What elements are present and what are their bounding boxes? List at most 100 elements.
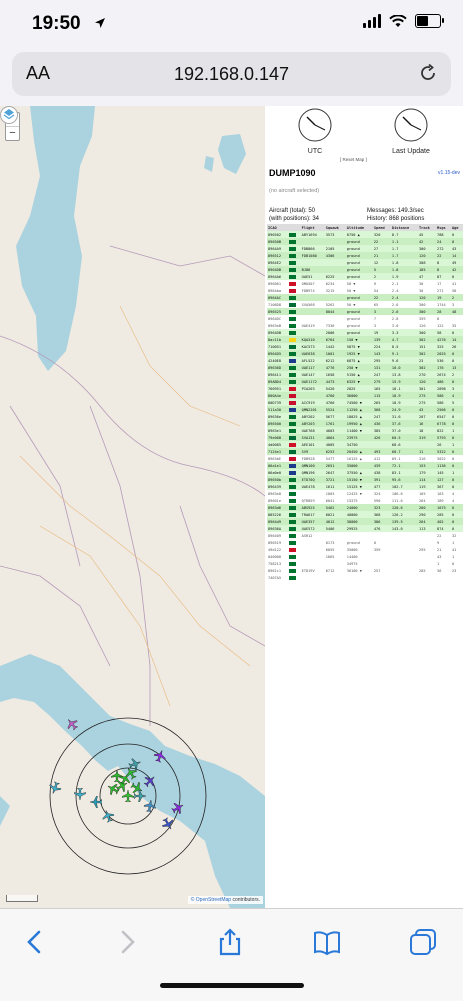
table-row[interactable]: 4240E8 AFL522 6212 6875 ▲ 295 9.6 23 536 0 bbox=[267, 357, 463, 364]
table-row[interactable]: 8964E2 ground 12 1.8 308 8 49 bbox=[267, 259, 463, 266]
table-row[interactable]: 760951 PIA203 5420 2825 165 18.1 301 2898 3 bbox=[267, 385, 463, 392]
table-row[interactable]: 8964A9 FDB866 2105 ground 27 1.7 300 272 43 bbox=[267, 245, 463, 252]
cell-age bbox=[450, 315, 463, 322]
table-row[interactable]: 89ABD4 UAE1172 4473 6325 ▼ 279 15.9 120 486 0 bbox=[267, 378, 463, 385]
table-row[interactable]: 896409 ASR12 22 32 bbox=[267, 532, 463, 539]
table-row[interactable]: 89650B ground 22 1.1 42 24 0 bbox=[267, 238, 463, 245]
table-row[interactable]: 4d0085 AEE101 4005 34750 68.6 26 1 bbox=[267, 441, 463, 448]
table-row[interactable]: 885226 TRA617 6021 40000 368 126.2 290 285 0 bbox=[267, 511, 463, 518]
address-bar[interactable]: AA 192.168.0.147 bbox=[12, 52, 451, 96]
table-row[interactable]: 06a0e0 QMN196 2647 37550 ▲ 438 83.1 179 145 1 bbox=[267, 469, 463, 476]
cell-age: 0 bbox=[450, 231, 463, 238]
layers-icon[interactable] bbox=[0, 106, 18, 124]
table-row[interactable]: 7106D8 SVA568 5262 50 ▼ 65 2.6 300 1744 3 bbox=[267, 301, 463, 308]
cell-icao: 89601e bbox=[267, 497, 289, 504]
table-row[interactable]: 710051 KAC573 1442 5875 ▼ 224 8.5 151 325 26 bbox=[267, 343, 463, 350]
cell-age: 1 bbox=[450, 469, 463, 476]
tabs-icon[interactable] bbox=[408, 927, 438, 957]
table-row[interactable]: 896500 ABY203 1761 19950 ▲ 436 37.6 16 6778 0 bbox=[267, 420, 463, 427]
table-row[interactable]: 7407A5 bbox=[267, 574, 463, 581]
table-row[interactable]: 89601e QTR859 6041 15375 590 111.6 264 189 4 bbox=[267, 497, 463, 504]
table-header-cell[interactable]: Distance bbox=[390, 224, 419, 231]
table-header-cell[interactable]: Altitude bbox=[345, 224, 373, 231]
table-header-cell[interactable]: Msgs bbox=[436, 224, 451, 231]
table-header-cell[interactable]: Squawk bbox=[324, 224, 346, 231]
table-row[interactable]: 80D739 AIC919 4760 74500 ▼ 265 18.9 275 586 5 bbox=[267, 399, 463, 406]
table-row[interactable]: 79e008 SVA131 4064 23975 426 60.5 319 5793 0 bbox=[267, 434, 463, 441]
cell-flight: FDB928 bbox=[300, 455, 325, 462]
table-row[interactable]: 896502 ABY1694 3573 8750 ▲ 320 8.7 45 788 0 bbox=[267, 231, 463, 238]
table-row[interactable]: 06a1e1 QMN100 2651 35000 439 72.1 153 1136 0 bbox=[267, 462, 463, 469]
cell-flight: UAE51 bbox=[300, 273, 325, 280]
table-row[interactable]: 800A4e 4760 36000 115 18.9 275 586 4 bbox=[267, 392, 463, 399]
table-row[interactable]: 896525 8044 ground 3 2.6 300 28 48 bbox=[267, 308, 463, 315]
cell-icao: 89650B bbox=[267, 238, 289, 245]
table-row[interactable]: 49d122 6055 35000 359 295 21 41 bbox=[267, 546, 463, 553]
bookmarks-icon[interactable] bbox=[312, 927, 342, 957]
table-row[interactable]: 8964DB BJ86 ground 5 1.8 185 8 42 bbox=[267, 266, 463, 273]
aircraft-icon[interactable] bbox=[122, 790, 134, 802]
table-row[interactable]: 7124e1 SV9 6253 20450 ▲ 493 68.7 11 5322 0 bbox=[267, 448, 463, 455]
table-row[interactable]: 8963bE FDB928 5477 16125 ▲ 412 69.1 316 3022 0 bbox=[267, 455, 463, 462]
cell-msgs: 1744 bbox=[436, 301, 451, 308]
cell-trk: 43 bbox=[418, 406, 437, 413]
table-row[interactable]: 896512 FDB1080 4306 ground 21 1.7 120 22 14 bbox=[267, 252, 463, 259]
zoom-out-button[interactable]: − bbox=[6, 126, 19, 140]
table-row[interactable]: 8964DC ground 7 2.8 359 8 bbox=[267, 315, 463, 322]
table-row[interactable]: 040000 1665 14400 43 1 bbox=[267, 553, 463, 560]
table-header-cell[interactable]: Age bbox=[450, 224, 463, 231]
cell-dist bbox=[390, 574, 419, 581]
table-row[interactable]: 8963eB UAE419 7336 ground 3 3.0 120 122 35 bbox=[267, 322, 463, 329]
aircraft-icon[interactable] bbox=[90, 796, 102, 808]
table-header-cell[interactable] bbox=[288, 224, 301, 231]
cell-age: 0 bbox=[450, 350, 463, 357]
table-row[interactable]: 896439 UAE478 1611 15125 ▼ 477 102.7 119 367 0 bbox=[267, 483, 463, 490]
table-row[interactable]: 89650b ETD70Q 3721 15150 ▼ 391 95.6 114 127 0 bbox=[267, 476, 463, 483]
url-field[interactable]: 192.168.0.147 bbox=[12, 64, 451, 85]
table-row[interactable]: 8ac11b KQA310 6764 150 ▼ 139 4.7 302 4276 14 bbox=[267, 336, 463, 343]
cell-flight: KAC573 bbox=[300, 343, 325, 350]
reset-map-button[interactable]: [ Reset Map ] bbox=[340, 157, 367, 162]
table-row[interactable]: 896061 OMA507 6234 50 ▼ 9 2.1 30 17 41 bbox=[267, 280, 463, 287]
forward-icon[interactable] bbox=[112, 927, 142, 957]
table-row[interactable]: 8963e8 1003 12425 ▼ 324 106.6 165 103 4 bbox=[267, 490, 463, 497]
cell-age: 2 bbox=[450, 371, 463, 378]
reload-icon[interactable] bbox=[417, 62, 439, 84]
table-row[interactable]: 8964AC ground 22 2.4 120 19 2 bbox=[267, 294, 463, 301]
table-row[interactable]: 511a30 QMN2201 5524 11250 ▲ 368 24.9 43 2566 0 bbox=[267, 406, 463, 413]
table-row[interactable]: 8964d9 UAE357 4012 38000 386 139.5 264 402 0 bbox=[267, 518, 463, 525]
cell-trk: 319 bbox=[418, 434, 437, 441]
flag-cell bbox=[288, 259, 301, 266]
table-header-cell[interactable]: Track bbox=[418, 224, 437, 231]
aircraft-icon[interactable] bbox=[143, 799, 157, 813]
table-row[interactable]: 8964DB 2006 ground 19 3.3 300 58 0 bbox=[267, 329, 463, 336]
wifi-icon bbox=[389, 14, 407, 27]
back-icon[interactable] bbox=[20, 927, 50, 957]
table-row[interactable]: 89636e ABY202 5677 18025 ▲ 247 31.6 207 6547 0 bbox=[267, 413, 463, 420]
table-header-cell[interactable]: ICAO bbox=[267, 224, 289, 231]
table-row[interactable]: 896411 UAE147 1658 5150 ▲ 247 13.8 270 2674 2 bbox=[267, 371, 463, 378]
table-row[interactable]: 758213 34975 1 0 bbox=[267, 560, 463, 567]
table-row[interactable]: 8963d6 ABS925 5462 24000 323 120.6 260 1075 0 bbox=[267, 504, 463, 511]
aircraft-icon[interactable] bbox=[74, 788, 86, 800]
version-link[interactable]: v1.15-dev bbox=[438, 170, 460, 176]
table-header-cell[interactable]: Flight bbox=[300, 224, 325, 231]
share-icon[interactable] bbox=[215, 927, 245, 957]
osm-attribution-link[interactable]: © OpenStreetMap bbox=[191, 897, 231, 903]
cell-alt: 29925 bbox=[345, 525, 373, 532]
table-row[interactable]: 8963e1 UAE768 4003 11400 ▼ 385 37.0 18 822 1 bbox=[267, 427, 463, 434]
cell-age: 4 bbox=[450, 392, 463, 399]
cell-dist: 1.8 bbox=[390, 259, 419, 266]
table-row[interactable]: 89636A UAE572 5406 29925 476 143.0 113 874 0 bbox=[267, 525, 463, 532]
table-header-cell[interactable]: Speed bbox=[372, 224, 391, 231]
cell-alt: 6325 ▼ bbox=[345, 378, 373, 385]
table-row[interactable]: 8964A6 UAE51 6225 ground 2 1.9 47 87 0 bbox=[267, 273, 463, 280]
cell-trk: 260 bbox=[418, 504, 437, 511]
table-row[interactable]: 896519 0173 ground 0 9 1 bbox=[267, 539, 463, 546]
table-row[interactable]: 8961c1 ETD19V 6712 36100 ▼ 257 285 36 23 bbox=[267, 567, 463, 574]
cell-age: 0 bbox=[450, 378, 463, 385]
table-row[interactable]: 8964ba FDB974 3215 50 ▼ 54 2.4 30 271 58 bbox=[267, 287, 463, 294]
table-row[interactable]: 89636D UAE117 4776 250 ▼ 131 10.0 302 176 13 bbox=[267, 364, 463, 371]
aircraft-map[interactable]: + − © OpenStreetMap contributors. bbox=[0, 106, 265, 908]
table-row[interactable]: 8964D5 UAE638 1001 1925 ▼ 143 9.1 302 2025 0 bbox=[267, 350, 463, 357]
